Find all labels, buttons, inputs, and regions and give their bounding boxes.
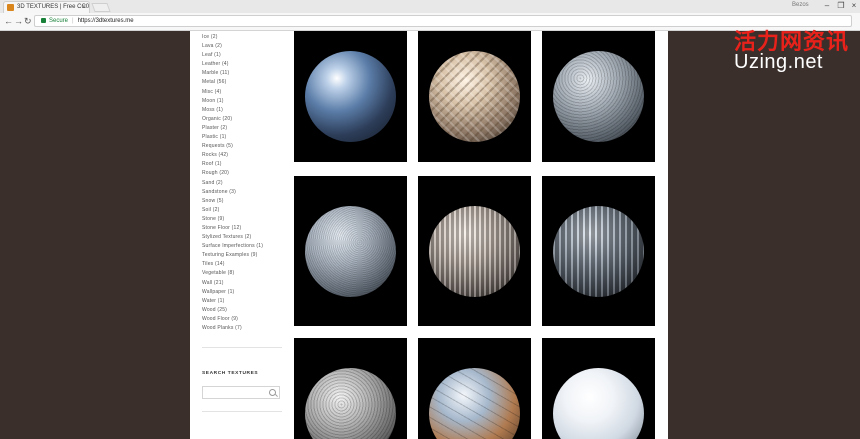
category-link[interactable]: Wallpaper (1)	[202, 288, 263, 297]
url-text: https://3dtextures.me	[77, 18, 134, 24]
category-link[interactable]: Wall (21)	[202, 279, 263, 288]
diamond-plate-sphere-icon	[429, 51, 520, 142]
texture-tile[interactable]	[294, 31, 407, 162]
address-bar[interactable]: Secure | https://3dtextures.me	[34, 15, 852, 27]
category-link[interactable]: Plaster (2)	[202, 124, 263, 133]
profile-name[interactable]: Bezos	[792, 2, 809, 8]
tab-title: 3D TEXTURES | Free CC0	[17, 4, 90, 10]
lock-icon	[41, 18, 46, 23]
rough-stone-sphere-icon	[553, 51, 644, 142]
new-tab-button[interactable]	[91, 3, 111, 12]
secure-label: Secure	[49, 18, 69, 24]
browser-toolbar: ← → ↻ Secure | https://3dtextures.me	[0, 13, 860, 31]
browser-tab[interactable]: 3D TEXTURES | Free CC0 ×	[3, 1, 90, 13]
category-link[interactable]: Leaf (1)	[202, 51, 263, 60]
corrugated-metal-sphere-icon	[429, 206, 520, 297]
category-link[interactable]: Wood (25)	[202, 306, 263, 315]
address-separator: |	[72, 18, 74, 24]
category-link[interactable]: Organic (20)	[202, 115, 263, 124]
category-link[interactable]: Stone (9)	[202, 215, 263, 224]
category-link[interactable]: Rocks (42)	[202, 151, 263, 160]
category-link[interactable]: Plastic (1)	[202, 133, 263, 142]
texture-tile[interactable]	[418, 31, 531, 162]
texture-tile[interactable]	[294, 338, 407, 439]
close-window-icon[interactable]: ×	[845, 0, 860, 12]
category-link[interactable]: Wood Floor (9)	[202, 315, 263, 324]
search-icon[interactable]	[269, 389, 276, 396]
category-list: Ice (2) Lava (2) Leaf (1) Leather (4) Marble…	[202, 33, 263, 333]
texture-tile[interactable]	[294, 176, 407, 326]
category-link[interactable]: Moon (1)	[202, 97, 263, 106]
category-link[interactable]: Snow (5)	[202, 197, 263, 206]
category-link[interactable]: Requests (5)	[202, 142, 263, 151]
texture-tile[interactable]	[418, 176, 531, 326]
forward-icon[interactable]: →	[14, 15, 23, 27]
category-link[interactable]: Ice (2)	[202, 33, 263, 42]
category-link[interactable]: Stylized Textures (2)	[202, 233, 263, 242]
sidebar: Ice (2) Lava (2) Leaf (1) Leather (4) Marble…	[190, 31, 286, 439]
ribbed-metal-sphere-icon	[553, 206, 644, 297]
site-favicon-icon	[7, 4, 14, 11]
watermark-logo-site: Uzing.net	[734, 51, 823, 73]
gravel-sphere-icon	[305, 206, 396, 297]
category-link[interactable]: Vegetable (8)	[202, 269, 263, 278]
category-link[interactable]: Moss (1)	[202, 106, 263, 115]
snow-sphere-icon	[553, 368, 644, 439]
texture-tile[interactable]	[542, 176, 655, 326]
category-link[interactable]: Soil (2)	[202, 206, 263, 215]
tab-close-icon[interactable]: ×	[82, 2, 86, 13]
browser-titlebar: 3D TEXTURES | Free CC0 × Bezos – ❐ ×	[0, 0, 860, 14]
crumpled-metal-sphere-icon	[305, 368, 396, 439]
texture-tile[interactable]	[418, 338, 531, 439]
category-link[interactable]: Metal (56)	[202, 78, 263, 87]
category-link[interactable]: Sandstone (3)	[202, 188, 263, 197]
rusty-metal-sphere-icon	[429, 368, 520, 439]
category-link[interactable]: Texturing Examples (9)	[202, 251, 263, 260]
category-link[interactable]: Stone Floor (12)	[202, 224, 263, 233]
search-heading: SEARCH TEXTURES	[202, 371, 259, 376]
category-link[interactable]: Marble (11)	[202, 69, 263, 78]
page-content: Ice (2) Lava (2) Leaf (1) Leather (4) Marble…	[190, 31, 668, 439]
category-link[interactable]: Surface Imperfections (1)	[202, 242, 263, 251]
texture-tile[interactable]	[542, 338, 655, 439]
category-link[interactable]: Wood Planks (7)	[202, 324, 263, 333]
divider	[202, 411, 282, 412]
category-link[interactable]: Leather (4)	[202, 60, 263, 69]
category-link[interactable]: Water (1)	[202, 297, 263, 306]
category-link[interactable]: Lava (2)	[202, 42, 263, 51]
glass-sphere-icon	[305, 51, 396, 142]
search-input[interactable]	[202, 386, 280, 399]
divider	[202, 347, 282, 348]
category-link[interactable]: Misc (4)	[202, 88, 263, 97]
texture-tile[interactable]	[542, 31, 655, 162]
back-icon[interactable]: ←	[4, 15, 13, 27]
category-link[interactable]: Tiles (14)	[202, 260, 263, 269]
category-link[interactable]: Rough (20)	[202, 169, 263, 178]
reload-icon[interactable]: ↻	[24, 15, 32, 27]
category-link[interactable]: Roof (1)	[202, 160, 263, 169]
category-link[interactable]: Sand (2)	[202, 179, 263, 188]
